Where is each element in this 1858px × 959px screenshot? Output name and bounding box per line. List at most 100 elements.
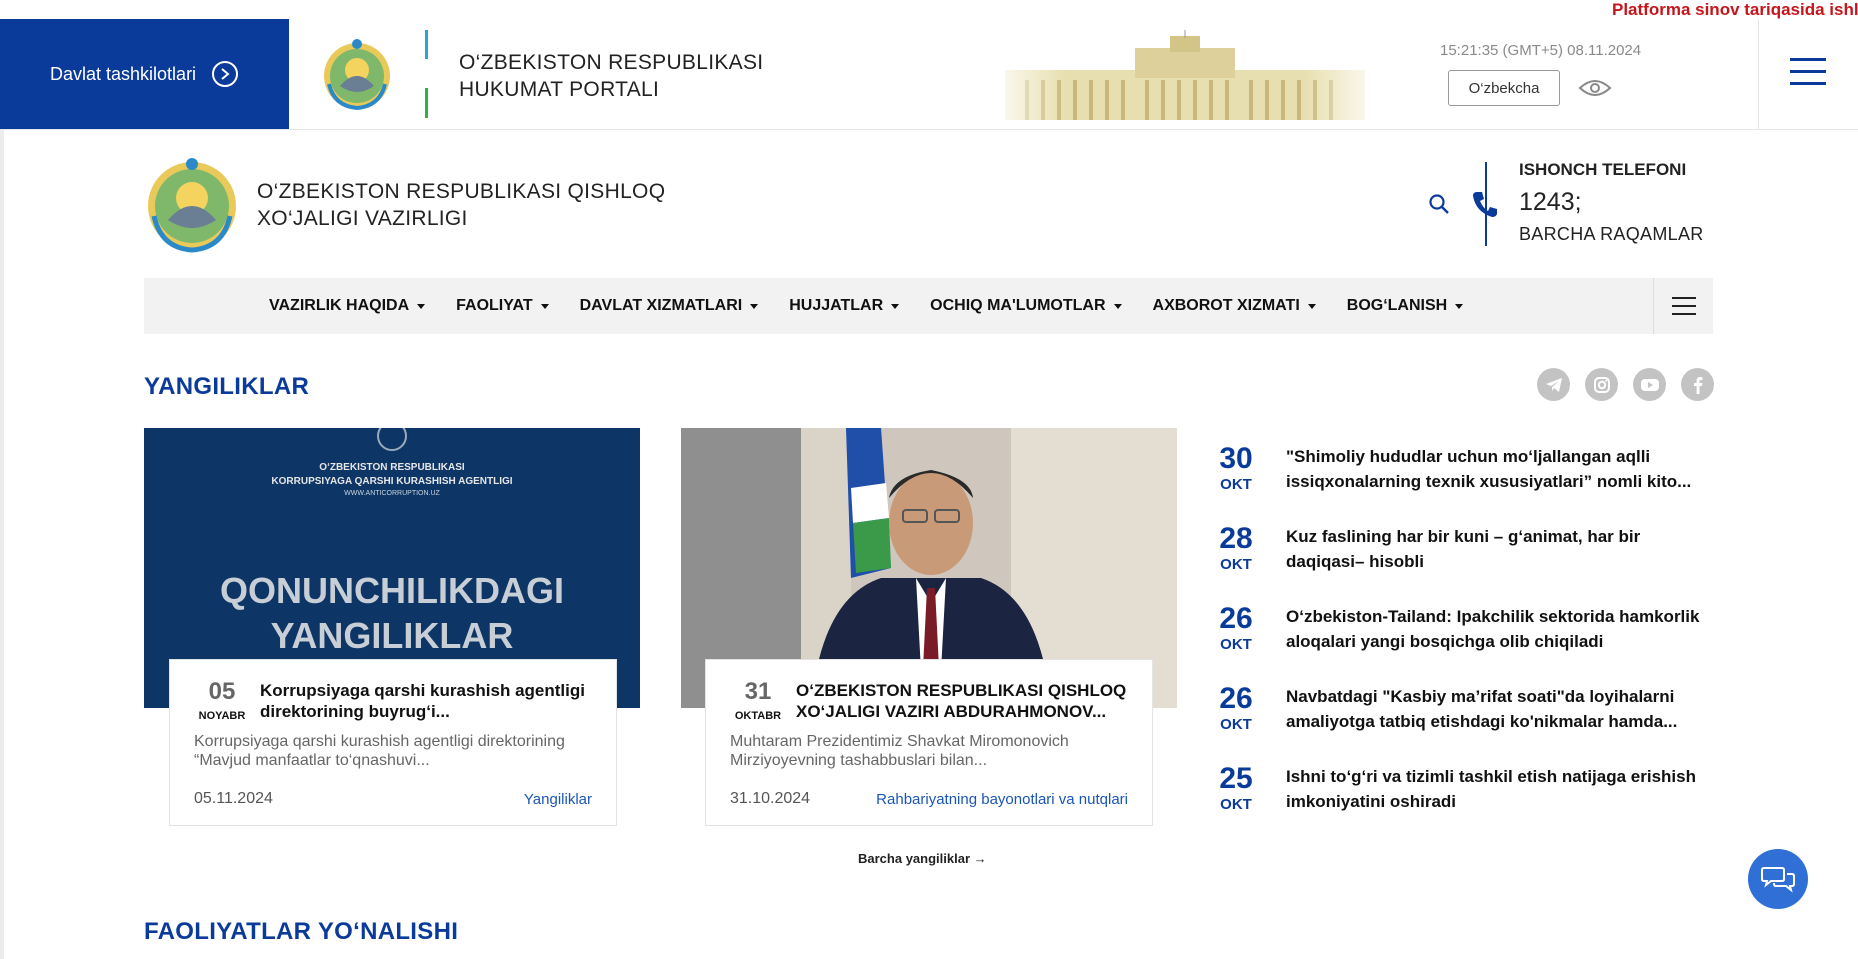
card-title[interactable]: O‘ZBEKISTON RESPUBLIKASI QISHLOQ XO‘JALI… xyxy=(796,680,1136,722)
nav-menu-icon[interactable] xyxy=(1653,278,1713,334)
list-item-month: OKT xyxy=(1220,716,1252,733)
arrow-right-circle-icon xyxy=(212,61,239,87)
hotline-divider xyxy=(1485,162,1487,246)
eye-icon[interactable] xyxy=(1578,78,1612,98)
page-edge xyxy=(0,130,4,959)
list-item-day: 30 xyxy=(1219,442,1253,475)
list-item-month: OKT xyxy=(1220,556,1252,573)
image-caption-2: KORRUPSIYAGA QARSHI KURASHISH AGENTLIGI xyxy=(271,476,513,487)
government-organizations-label: Davlat tashkilotlari xyxy=(50,63,197,84)
nav-item-open-data[interactable]: OCHIQ MA'LUMOTLAR xyxy=(930,297,1122,315)
youtube-icon[interactable] xyxy=(1633,368,1666,401)
nav-item-documents[interactable]: HUJJATLAR xyxy=(789,297,900,315)
activities-section-title: FAOLIYATLAR YO‘NALISHI xyxy=(144,918,459,945)
nav-item-public-services[interactable]: DAVLAT XIZMATLARI xyxy=(580,297,759,315)
news-card-2[interactable]: 31 OKTABR O‘ZBEKISTON RESPUBLIKASI QISHL… xyxy=(705,659,1153,826)
caret-down-icon xyxy=(891,303,900,309)
image-headline: QONUNCHILIKDAGI YANGILIKLAR xyxy=(144,568,640,658)
card-day: 05 xyxy=(208,678,236,705)
list-item-title[interactable]: "Shimoliy hududlar uchun mo‘ljallangan a… xyxy=(1286,444,1711,494)
card-excerpt: Muhtaram Prezidentimiz Shavkat Miromonov… xyxy=(730,733,1069,769)
ministry-title-line2: XO‘JALIGI VAZIRLIGI xyxy=(257,207,468,230)
list-item[interactable]: 26 OKT Navbatdagi "Kasbiy ma’rifat soati… xyxy=(1213,680,1713,760)
portal-title-line2: HUKUMAT PORTALI xyxy=(459,78,660,101)
list-item-title[interactable]: O‘zbekiston-Tailand: Ipakchilik sektorid… xyxy=(1286,604,1711,654)
nav-label: DAVLAT XIZMATLARI xyxy=(579,297,743,314)
main-navigation: VAZIRLIK HAQIDA FAOLIYAT DAVLAT XIZMATLA… xyxy=(144,278,1713,334)
ministry-emblem-icon[interactable] xyxy=(144,154,240,254)
caret-down-icon xyxy=(540,303,549,309)
list-item-day: 26 xyxy=(1219,602,1253,635)
portal-title[interactable]: O‘ZBEKISTON RESPUBLIKASI HUKUMAT PORTALI xyxy=(459,49,763,103)
portal-divider xyxy=(425,30,428,118)
search-icon[interactable] xyxy=(1428,193,1450,215)
platform-notice: Platforma sinov tariqasida ishlamoqda xyxy=(1612,0,1858,19)
list-item-title[interactable]: Kuz faslining har bir kuni – g‘animat, h… xyxy=(1286,524,1711,574)
caret-down-icon xyxy=(417,303,426,309)
nav-item-press-service[interactable]: AXBOROT XIZMATI xyxy=(1153,297,1316,315)
list-item-day: 26 xyxy=(1219,682,1253,715)
nav-item-about[interactable]: VAZIRLIK HAQIDA xyxy=(269,297,426,315)
card-title[interactable]: Korrupsiyaga qarshi kurashish agentligi … xyxy=(260,680,600,722)
current-time: 15:21:35 (GMT+5) 08.11.2024 xyxy=(1440,42,1642,59)
ministry-title-line1: O‘ZBEKISTON RESPUBLIKASI QISHLOQ xyxy=(257,180,666,203)
hotline-label: ISHONCH TELEFONI xyxy=(1519,160,1687,179)
image-headline-line1: QONUNCHILIKDAGI xyxy=(220,570,564,611)
all-numbers-link[interactable]: BARCHA RAQAMLAR xyxy=(1519,224,1704,245)
portal-title-line1: O‘ZBEKISTON RESPUBLIKASI xyxy=(459,51,764,74)
list-item-day: 25 xyxy=(1219,762,1253,795)
card-month: NOYABR xyxy=(198,710,246,722)
image-headline-line2: YANGILIKLAR xyxy=(270,615,514,656)
caret-down-icon xyxy=(1455,303,1464,309)
list-item-month: OKT xyxy=(1220,476,1252,493)
list-item[interactable]: 28 OKT Kuz faslining har bir kuni – g‘an… xyxy=(1213,520,1713,600)
government-organizations-button[interactable]: Davlat tashkilotlari xyxy=(0,19,289,129)
nav-item-contact[interactable]: BOG‘LANISH xyxy=(1346,297,1464,315)
card-month: OKTABR xyxy=(734,710,782,722)
government-topbar: Davlat tashkilotlari O‘ZBEKISTON RESPUBL… xyxy=(0,0,1858,130)
all-news-link[interactable]: Barcha yangiliklar → xyxy=(858,851,987,866)
card-category-link[interactable]: Rahbariyatning bayonotlari va nutqlari xyxy=(876,791,1128,808)
caret-down-icon xyxy=(1307,303,1316,309)
list-item-title[interactable]: Navbatdagi "Kasbiy ma’rifat soati"da loy… xyxy=(1286,684,1711,734)
list-item[interactable]: 30 OKT "Shimoliy hududlar uchun mo‘ljall… xyxy=(1213,440,1713,520)
nav-label: FAOLIYAT xyxy=(456,297,533,314)
list-item-month: OKT xyxy=(1220,796,1252,813)
nav-item-activity[interactable]: FAOLIYAT xyxy=(456,297,549,315)
telegram-icon[interactable] xyxy=(1537,368,1570,401)
card-date: 31.10.2024 xyxy=(730,790,811,807)
image-caption-1: O‘ZBEKISTON RESPUBLIKASI xyxy=(319,462,465,473)
nav-label: AXBOROT XIZMATI xyxy=(1152,297,1300,314)
hotline-number[interactable]: 1243; xyxy=(1519,188,1582,217)
list-item[interactable]: 25 OKT Ishni to‘g‘ri va tizimli tashkil … xyxy=(1213,760,1713,840)
card-excerpt: Korrupsiyaga qarshi kurashish agentligi … xyxy=(194,733,565,769)
language-select[interactable]: O‘zbekcha xyxy=(1448,70,1560,106)
nav-label: VAZIRLIK HAQIDA xyxy=(269,297,410,314)
social-links xyxy=(1537,368,1714,401)
instagram-icon[interactable] xyxy=(1585,368,1618,401)
news-card-1[interactable]: 05 NOYABR Korrupsiyaga qarshi kurashish … xyxy=(169,659,617,826)
card-day: 31 xyxy=(744,678,772,705)
caret-down-icon xyxy=(750,303,759,309)
agency-emblem-icon xyxy=(377,428,407,451)
side-news-list: 30 OKT "Shimoliy hududlar uchun mo‘ljall… xyxy=(1213,440,1713,840)
card-category-link[interactable]: Yangiliklar xyxy=(524,791,592,808)
nav-label: BOG‘LANISH xyxy=(1346,297,1448,314)
chat-icon[interactable] xyxy=(1748,849,1808,909)
card-date: 05.11.2024 xyxy=(194,790,273,807)
nav-label: OCHIQ MA'LUMOTLAR xyxy=(930,297,1106,314)
nav-label: HUJJATLAR xyxy=(789,297,884,314)
list-item-month: OKT xyxy=(1220,636,1252,653)
ministry-title[interactable]: O‘ZBEKISTON RESPUBLIKASI QISHLOQ XO‘JALI… xyxy=(257,178,665,232)
list-item[interactable]: 26 OKT O‘zbekiston-Tailand: Ipakchilik s… xyxy=(1213,600,1713,680)
topbar-separator xyxy=(1758,19,1759,129)
caret-down-icon xyxy=(1113,303,1122,309)
government-building-image xyxy=(985,30,1385,120)
state-emblem-icon xyxy=(324,39,390,111)
list-item-day: 28 xyxy=(1219,522,1253,555)
list-item-title[interactable]: Ishni to‘g‘ri va tizimli tashkil etish n… xyxy=(1286,764,1711,814)
news-section-title: YANGILIKLAR xyxy=(144,373,310,400)
image-caption-3: WWW.ANTICORRUPTION.UZ xyxy=(344,490,440,497)
facebook-icon[interactable] xyxy=(1681,368,1714,401)
main-menu-icon[interactable] xyxy=(1790,58,1826,88)
